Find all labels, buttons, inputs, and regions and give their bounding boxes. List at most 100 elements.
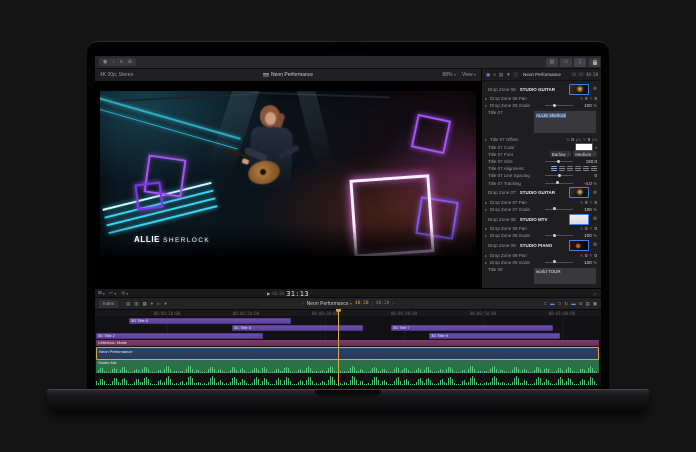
parameter-value[interactable]: -4.0 % [577,181,597,186]
inspector-row[interactable]: Drop Zone 06:STUDIO GUITAR⊗ [482,83,601,95]
font-family-dropdown[interactable]: Barlow↕ [550,151,572,157]
inspector-row[interactable]: Title 07 Line Spacing0 [482,172,601,179]
inspector-row[interactable]: Drop Zone 08:STUDIO MTV⊗ [482,213,601,225]
inspector-row[interactable]: ▸Drop Zone 09 PanX0Y0 [482,251,601,258]
inspector-row[interactable]: ▸Drop Zone 08 Scale100 % [482,232,601,239]
x-value-field[interactable]: 0 [585,96,588,101]
parameter-slider[interactable] [545,235,573,236]
slider-thumb[interactable] [553,260,556,263]
title-text-input[interactable]: ALLIE sherlock [533,110,597,134]
music-waveform-clip[interactable] [96,376,599,385]
play-icon[interactable]: ▶ [267,291,270,296]
share-button[interactable] [589,58,600,67]
keyword-editor-icon[interactable]: ≡ [118,58,125,66]
parameter-slider[interactable] [545,262,573,263]
parameter-slider[interactable] [545,105,573,106]
download-icon[interactable]: ↓ [110,58,117,66]
playhead[interactable] [338,309,339,386]
timeline-project-menu[interactable]: Neon Performance ▾ [307,301,352,307]
dropzone-thumbnail[interactable] [569,214,589,225]
parameter-value[interactable]: 150.0 [577,159,597,164]
effects-inspector-tab[interactable]: ▼ [505,71,511,79]
toggle-browser-button[interactable]: ▥ [546,58,558,67]
parameter-slider[interactable] [545,183,573,184]
parameter-value[interactable]: 100 % [577,103,597,108]
title-text-input[interactable]: world TOUR [533,267,597,285]
trim-tool-icon[interactable]: ▬ [571,300,576,308]
inspector-row[interactable]: ▸Drop Zone 08 PanX0Y0 [482,225,601,232]
slider-thumb[interactable] [553,234,556,237]
dropzone-thumbnail[interactable] [569,240,589,251]
generator-inspector-tab[interactable]: ▤ [498,71,504,79]
toggle-inspector-button[interactable]: ▯ [574,58,586,67]
clear-dropzone-icon[interactable]: ⊗ [593,242,597,248]
viewer-canvas[interactable]: ALLIE SHERLOCK [95,82,481,288]
alignment-button[interactable] [559,166,565,171]
disclosure-chevron-icon[interactable]: ▸ [485,200,488,205]
snapping-icon[interactable]: ⊘ [579,300,583,308]
audio-clip[interactable]: Studio Mix [96,360,599,373]
dropzone-thumbnail[interactable] [569,187,589,198]
font-weight-dropdown[interactable]: Medium↕ [573,151,597,157]
inspector-row[interactable]: ▸Drop Zone 07 PanX0Y0 [482,199,601,206]
parameter-slider[interactable] [545,209,573,210]
disclosure-chevron-icon[interactable]: ▸ [485,253,488,258]
effects-browser-icon[interactable]: ▤ [585,300,589,308]
slider-thumb[interactable] [557,160,560,163]
alignment-button[interactable] [591,166,597,171]
title-inspector-tab[interactable]: ≡ [492,71,497,79]
inspector-row[interactable]: ▸Drop Zone 06 Scale100 % [482,102,601,109]
y-value-field[interactable]: 0 [594,200,597,205]
parameter-value[interactable]: 100 % [577,207,597,212]
dropzone-thumbnail[interactable] [569,84,589,95]
info-inspector-tab[interactable]: ⓘ [513,71,520,79]
inspector-row[interactable]: Title 07 Color▾ [482,144,601,151]
parameter-slider[interactable] [545,175,573,176]
inspector-row[interactable]: Drop Zone 07:STUDIO GUITAR⊗ [482,187,601,199]
clear-dropzone-icon[interactable]: ⊗ [593,190,597,196]
title-clip[interactable]: 3D Title 9 [429,333,560,339]
disclosure-chevron-icon[interactable]: ▸ [485,103,488,108]
zoom-level-menu[interactable]: 88% ▾ [442,72,455,78]
inspector-row[interactable]: Title 08world TOUR [482,266,601,287]
alignment-button[interactable] [583,166,589,171]
background-tasks-icon[interactable]: ⊘ [126,58,134,66]
disclosure-chevron-icon[interactable]: ▸ [485,207,488,212]
y-value-field[interactable]: 0 [594,96,597,101]
x-value-field[interactable]: 0 [571,137,574,142]
append-edit-icon[interactable]: ⊃ [558,300,562,308]
video-inspector-tab[interactable]: ▣ [485,71,491,79]
alignment-button[interactable] [551,166,557,171]
title-clip[interactable]: 3D Title 6 [129,318,291,324]
inspector-row[interactable]: Title 07 Tracking-4.0 % [482,180,601,187]
toggle-timeline-button[interactable]: ▭ [560,58,572,67]
insert-edit-icon[interactable]: ▬ [550,300,555,308]
transitions-browser-icon[interactable]: ▣ [593,300,597,308]
title-clip[interactable]: 3D Title 2 [96,333,263,339]
disclosure-chevron-icon[interactable]: ▸ [485,226,488,231]
parameter-value[interactable]: 0 [577,173,597,178]
view-menu[interactable]: View ▾ [462,72,476,78]
next-project-button[interactable]: › [392,301,394,307]
inspector-row[interactable]: Title 07 Size150.0 [482,158,601,165]
clear-dropzone-icon[interactable]: ⊗ [593,86,597,92]
inspector-row[interactable]: Title 07 FontBarlow↕Medium↕ [482,151,601,158]
inspector-row[interactable]: Title 07 Alignment [482,165,601,172]
slider-thumb[interactable] [553,207,556,210]
inspector-row[interactable]: ▸Drop Zone 07 Scale100 % [482,206,601,213]
letterbox-clip[interactable]: Letterbox: Matte [96,340,599,346]
previous-project-button[interactable]: ‹ [302,301,304,307]
parameter-value[interactable]: 100 % [577,233,597,238]
title-clip[interactable]: 3D Title 7 [391,325,553,331]
inspector-row[interactable]: Drop Zone 09:STUDIO PIANO⊗ [482,239,601,251]
title-clip[interactable]: 3D Title 8 [232,325,363,331]
y-value-field[interactable]: 0 [594,226,597,231]
y-value-field[interactable]: 0 [588,137,591,142]
alignment-button[interactable] [575,166,581,171]
storyline-clip-selected[interactable]: Neon Performance [96,347,599,360]
alignment-button[interactable] [567,166,573,171]
parameter-value[interactable]: 100 % [577,260,597,265]
connect-edit-icon[interactable]: ⊂ [543,300,547,308]
media-import-icon[interactable]: ◉ [101,58,109,66]
x-value-field[interactable]: 0 [585,200,588,205]
